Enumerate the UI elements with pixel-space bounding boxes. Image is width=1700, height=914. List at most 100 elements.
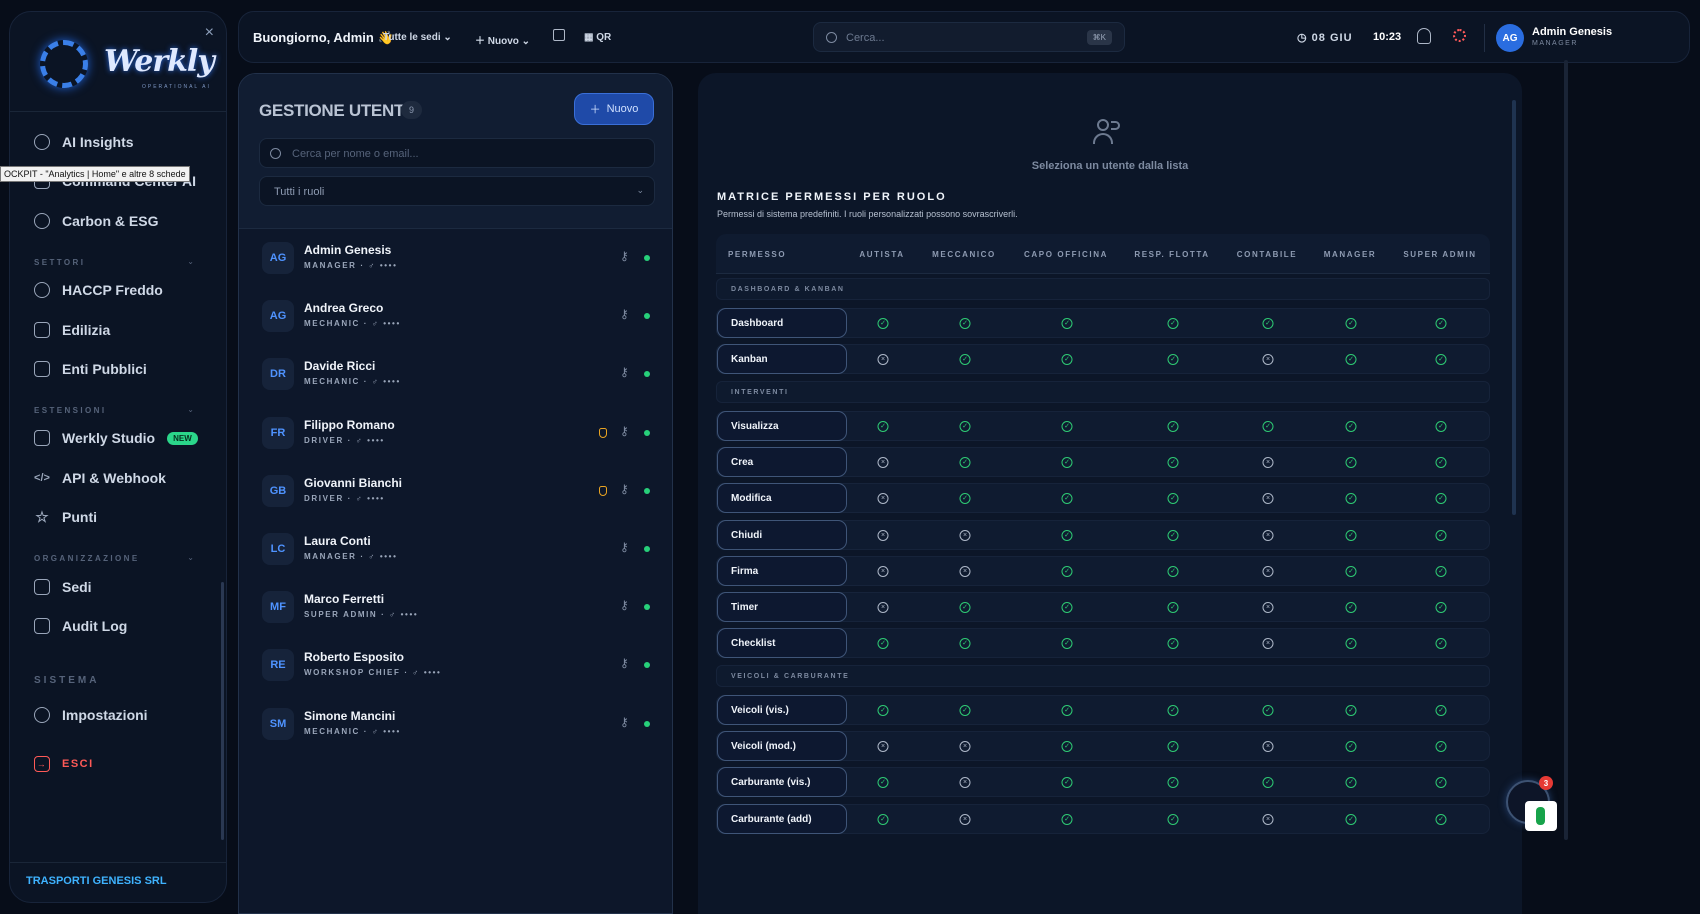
check-circle-icon: ✓ — [877, 777, 889, 789]
chevron-down-icon[interactable]: ⌄ — [187, 257, 194, 266]
check-circle-icon: ✓ — [1345, 565, 1357, 577]
user-name: Admin Genesis — [1532, 26, 1613, 38]
user-role: MECHANIC · ♂ •••• — [304, 319, 401, 328]
sidebar-scrollbar[interactable] — [221, 582, 224, 840]
section-sistema: SISTEMA — [34, 675, 100, 686]
site-selector[interactable]: Tutte le sedi ⌄ — [383, 32, 452, 43]
sidebar-item-api-webhook[interactable]: </> API & Webhook — [34, 463, 204, 493]
sidebar-item-haccp[interactable]: HACCP Freddo — [34, 275, 204, 305]
gear-icon[interactable] — [1453, 29, 1466, 42]
sidebar: Werkly OPERATIONAL AI × AI Insights Comm… — [9, 11, 227, 903]
x-circle-icon: × — [1262, 456, 1274, 468]
sidebar-item-ai-insights[interactable]: AI Insights — [34, 127, 204, 157]
user-row[interactable]: RE Roberto Esposito WORKSHOP CHIEF · ♂ •… — [239, 638, 672, 696]
check-circle-icon: ✓ — [877, 638, 889, 650]
user-name: Giovanni Bianchi — [304, 475, 403, 490]
global-search[interactable]: Cerca... ⌘K — [813, 22, 1125, 52]
sidebar-item-punti[interactable]: ☆ Punti — [34, 502, 204, 532]
user-avatar: LC — [262, 533, 294, 565]
panel-scrollbar[interactable] — [1512, 100, 1516, 515]
key-icon[interactable]: ⚷ — [620, 656, 629, 670]
user-row[interactable]: AG Admin Genesis MANAGER · ♂ •••• ⚷ — [239, 231, 672, 289]
column-header: MECCANICO — [932, 250, 996, 259]
matrix-subtitle: Permessi di sistema predefiniti. I ruoli… — [717, 209, 1018, 219]
x-circle-icon: × — [877, 741, 889, 752]
user-row[interactable]: DR Davide Ricci MECHANIC · ♂ •••• ⚷ — [239, 347, 672, 405]
permission-row: Checklist ✓ ✓ ✓ ✓ × ✓ ✓ — [716, 628, 1490, 659]
permission-row: Firma × × ✓ ✓ × ✓ ✓ — [716, 555, 1490, 586]
clipboard-icon — [34, 618, 50, 634]
check-circle-icon: ✓ — [877, 813, 889, 825]
sidebar-item-audit-log[interactable]: Audit Log — [34, 611, 204, 641]
sidebar-item-label: HACCP Freddo — [62, 282, 163, 298]
key-icon[interactable]: ⚷ — [620, 715, 629, 729]
search-input[interactable]: Cerca... — [846, 32, 885, 44]
chevron-down-icon[interactable]: ⌄ — [187, 405, 194, 414]
sidebar-item-werkly-studio[interactable]: Werkly Studio NEW — [34, 423, 204, 453]
check-circle-icon: ✓ — [1435, 456, 1447, 468]
sidebar-item-impostazioni[interactable]: Impostazioni — [34, 700, 204, 730]
sidebar-item-carbon[interactable]: Carbon & ESG — [34, 206, 204, 236]
user-search-input[interactable]: Cerca per nome o email... — [292, 148, 419, 160]
werkly-logo[interactable]: Werkly OPERATIONAL AI — [32, 34, 215, 92]
time-display: 10:23 — [1373, 31, 1402, 43]
close-icon[interactable]: × — [205, 24, 214, 42]
check-circle-icon: ✓ — [1167, 420, 1179, 432]
new-badge: NEW — [167, 431, 198, 445]
search-icon — [270, 148, 281, 159]
key-icon[interactable]: ⚷ — [620, 424, 629, 438]
chevron-down-icon: ⌄ — [521, 36, 531, 47]
online-status-dot — [644, 313, 650, 320]
user-role: MANAGER · ♂ •••• — [304, 261, 398, 270]
user-name: Filippo Romano — [304, 417, 395, 432]
permission-label: Timer — [717, 592, 847, 623]
user-row[interactable]: SM Simone Mancini MECHANIC · ♂ •••• ⚷ — [239, 697, 672, 755]
check-circle-icon: ✓ — [1262, 318, 1274, 329]
logout-button[interactable]: → ESCI — [34, 749, 204, 779]
user-row[interactable]: AG Andrea Greco MECHANIC · ♂ •••• ⚷ — [239, 289, 672, 347]
key-icon[interactable]: ⚷ — [620, 540, 629, 554]
sidebar-item-edilizia[interactable]: Edilizia — [34, 315, 204, 345]
check-circle-icon: ✓ — [1262, 777, 1274, 789]
key-icon[interactable]: ⚷ — [620, 365, 629, 379]
user-avatar: AG — [262, 300, 294, 333]
key-icon[interactable]: ⚷ — [620, 482, 629, 496]
accessibility-icon[interactable] — [1525, 801, 1557, 831]
page-scrollbar[interactable] — [1564, 60, 1568, 840]
x-circle-icon: × — [877, 354, 889, 366]
user-search[interactable]: Cerca per nome o email... — [259, 138, 655, 168]
check-circle-icon: ✓ — [1345, 354, 1357, 366]
x-circle-icon: × — [959, 813, 971, 825]
x-circle-icon: × — [1262, 813, 1274, 825]
calendar-icon[interactable] — [553, 29, 565, 41]
key-icon[interactable]: ⚷ — [620, 598, 629, 612]
check-circle-icon: ✓ — [1061, 493, 1073, 505]
check-circle-icon: ✓ — [1435, 420, 1447, 432]
user-avatar: AG — [262, 242, 294, 274]
user-row[interactable]: FR Filippo Romano DRIVER · ♂ •••• ⚷ — [239, 406, 672, 464]
user-name: Davide Ricci — [304, 359, 376, 374]
logo-area: Werkly OPERATIONAL AI × — [10, 12, 226, 112]
x-circle-icon: × — [877, 456, 889, 468]
sidebar-item-sedi[interactable]: Sedi — [34, 572, 204, 602]
new-user-button[interactable]: ＋ Nuovo — [574, 93, 654, 125]
check-circle-icon: ✓ — [1167, 813, 1179, 825]
user-row[interactable]: GB Giovanni Bianchi DRIVER · ♂ •••• ⚷ — [239, 464, 672, 522]
key-icon[interactable]: ⚷ — [620, 307, 629, 321]
sidebar-item-label: Edilizia — [62, 322, 111, 338]
qr-button[interactable]: ▦ QR — [584, 32, 611, 43]
user-row[interactable]: MF Marco Ferretti SUPER ADMIN · ♂ •••• ⚷ — [239, 580, 672, 638]
chevron-down-icon[interactable]: ⌄ — [187, 553, 194, 562]
permission-row: Visualizza ✓ ✓ ✓ ✓ ✓ ✓ ✓ — [716, 410, 1490, 441]
user-name: Roberto Esposito — [304, 650, 405, 665]
user-avatar: MF — [262, 591, 294, 624]
user-row[interactable]: LC Laura Conti MANAGER · ♂ •••• ⚷ — [239, 522, 672, 580]
role-filter-select[interactable]: Tutti i ruoli ⌄ — [259, 176, 655, 206]
new-dropdown-button[interactable]: ＋ Nuovo ⌄ — [475, 32, 530, 47]
x-circle-icon: × — [877, 602, 889, 614]
user-name: Marco Ferretti — [304, 592, 385, 607]
bell-icon[interactable] — [1417, 28, 1431, 44]
sidebar-item-enti-pubblici[interactable]: Enti Pubblici — [34, 354, 204, 384]
avatar[interactable]: AG — [1496, 24, 1524, 52]
key-icon[interactable]: ⚷ — [620, 249, 629, 263]
